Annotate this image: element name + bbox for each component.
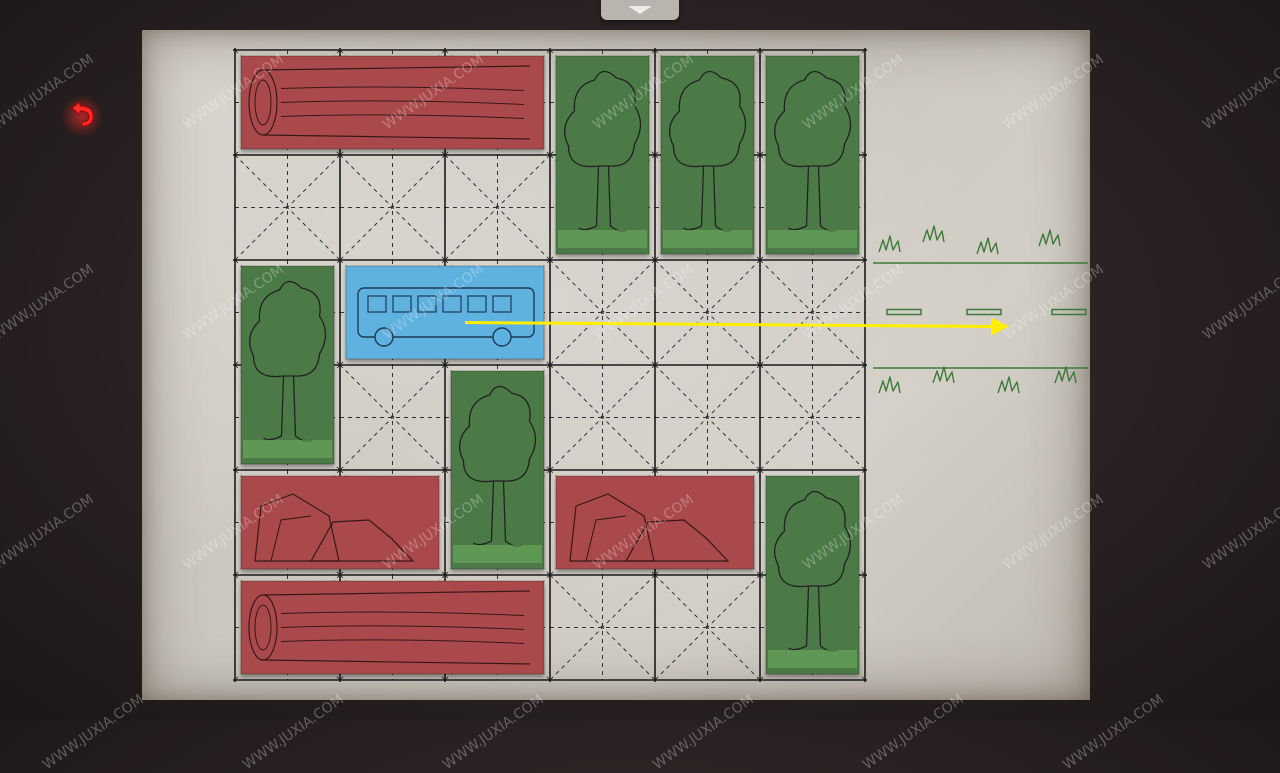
tree-mid-tree-block[interactable] [450, 370, 545, 570]
road-exit [873, 225, 1088, 394]
tree-c3-tree-block[interactable] [555, 55, 650, 255]
rock-left-rock-block[interactable] [240, 475, 440, 570]
puzzle-board [233, 48, 1088, 682]
log-bottom-log-block[interactable] [240, 580, 545, 675]
rock-right-rock-block[interactable] [555, 475, 755, 570]
log-top-log-block[interactable] [240, 55, 545, 150]
hint-arrow-head [991, 317, 1009, 336]
tree-bottom-tree-block[interactable] [765, 475, 860, 675]
tree-left-tree-block[interactable] [240, 265, 335, 465]
tree-c4-tree-block[interactable] [660, 55, 755, 255]
move-hint-arrow [464, 317, 1009, 336]
tree-c5-tree-block[interactable] [765, 55, 860, 255]
bus-bus-block[interactable] [345, 265, 545, 360]
